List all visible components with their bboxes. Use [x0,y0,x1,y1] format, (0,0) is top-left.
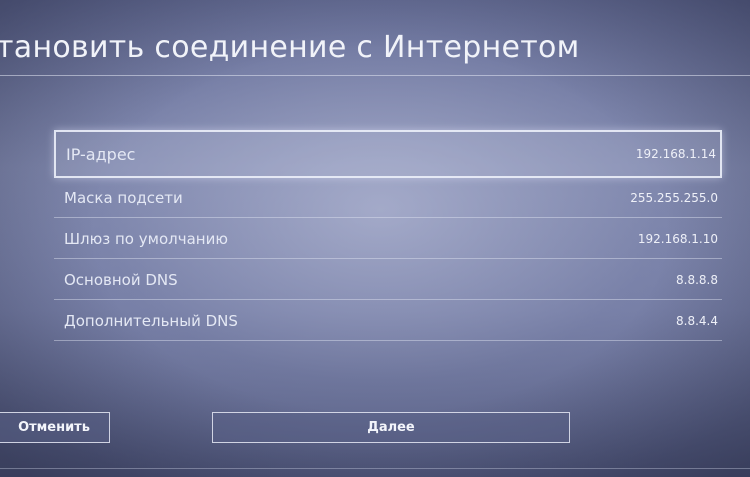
setting-label: Дополнительный DNS [64,311,238,330]
setting-label: Основной DNS [64,270,178,289]
setting-label: IP-адрес [66,144,136,164]
setting-row-primary-dns[interactable]: Основной DNS 8.8.8.8 [54,260,722,300]
setting-row-default-gateway[interactable]: Шлюз по умолчанию 192.168.1.10 [54,219,722,259]
page-title: тановить соединение с Интернетом [0,30,580,65]
setting-value: 8.8.8.8 [676,272,718,287]
setting-row-ip-address[interactable]: IP-адрес 192.168.1.14 [54,130,722,178]
setting-label: Маска подсети [64,188,183,207]
network-settings-list: IP-адрес 192.168.1.14 Маска подсети 255.… [54,130,722,342]
cancel-button[interactable]: Отменить [0,412,110,443]
setting-row-secondary-dns[interactable]: Дополнительный DNS 8.8.4.4 [54,301,722,341]
setting-value: 255.255.255.0 [630,190,718,205]
setting-value: 192.168.1.14 [635,147,716,161]
bottom-divider [0,468,750,469]
setting-value: 192.168.1.10 [637,231,718,246]
setting-row-subnet-mask[interactable]: Маска подсети 255.255.255.0 [54,178,722,218]
next-button[interactable]: Далее [212,412,570,443]
title-divider [0,75,750,76]
setting-label: Шлюз по умолчанию [64,229,228,248]
setting-value: 8.8.4.4 [676,313,718,328]
